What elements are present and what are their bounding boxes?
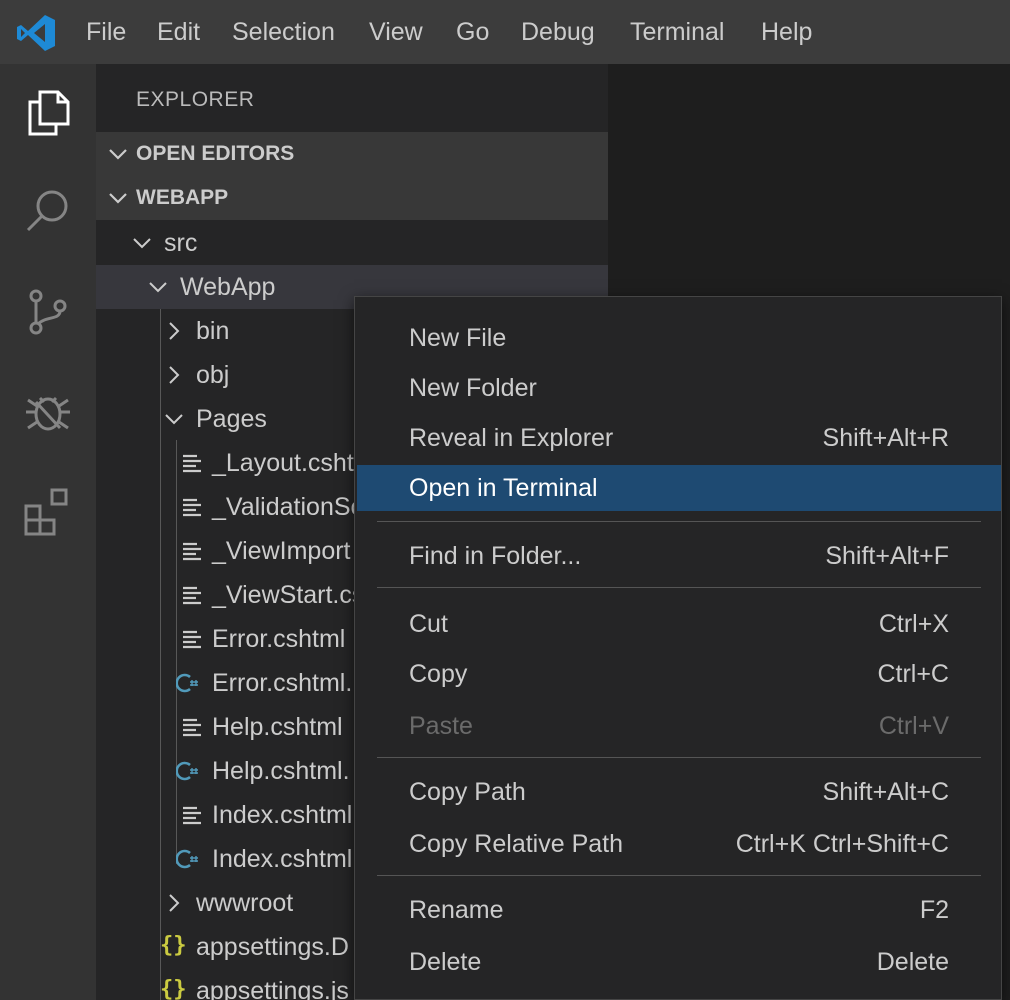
tree-label: _ViewStart.cs <box>212 581 365 609</box>
tree-label: _Layout.csht <box>212 449 354 477</box>
menu-selection[interactable]: Selection <box>232 18 335 47</box>
menu-view[interactable]: View <box>369 18 423 47</box>
tree-label: WebApp <box>180 273 276 301</box>
tree-label: appsettings.js <box>196 977 349 1000</box>
menu-separator <box>377 875 981 876</box>
menu-item-shortcut: Ctrl+X <box>878 610 949 638</box>
menu-item-label: Cut <box>409 610 448 638</box>
menu-item-shortcut: F2 <box>919 896 949 924</box>
menu-item-rename[interactable]: Rename F2 <box>357 887 1001 933</box>
menu-item-label: Reveal in Explorer <box>409 424 614 452</box>
explorer-title: EXPLORER <box>136 88 255 111</box>
files-icon[interactable] <box>20 84 76 140</box>
menu-item-paste: Paste Ctrl+V <box>357 703 1001 749</box>
chevron-down-icon <box>133 238 151 249</box>
menu-bar: File Edit Selection View Go Debug Termin… <box>0 0 1010 64</box>
menu-file[interactable]: File <box>86 18 126 47</box>
menu-item-shortcut: Ctrl+V <box>878 712 949 740</box>
json-file-icon: {} <box>160 977 187 1000</box>
menu-item-copy-relative-path[interactable]: Copy Relative Path Ctrl+K Ctrl+Shift+C <box>357 821 1001 867</box>
menu-item-label: Copy Relative Path <box>409 830 624 858</box>
menu-help[interactable]: Help <box>761 18 812 47</box>
menu-item-label: New Folder <box>409 374 537 402</box>
tree-label: Error.cshtml. <box>212 669 353 697</box>
tree-label: _ValidationSc <box>212 493 364 521</box>
tree-folder-src[interactable]: src <box>96 221 608 265</box>
chevron-down-icon <box>149 282 167 293</box>
menu-item-new-folder[interactable]: New Folder <box>357 365 1001 411</box>
tree-label: Pages <box>196 405 267 433</box>
menu-item-label: Open in Terminal <box>409 474 598 502</box>
csharp-file-icon <box>176 849 198 869</box>
menu-item-copy-path[interactable]: Copy Path Shift+Alt+C <box>357 769 1001 815</box>
menu-item-find-in-folder[interactable]: Find in Folder... Shift+Alt+F <box>357 533 1001 579</box>
tree-label: src <box>164 229 198 257</box>
menu-item-label: Delete <box>409 948 482 976</box>
chevron-down-icon <box>109 149 127 160</box>
menu-item-label: Rename <box>409 896 504 924</box>
source-control-icon[interactable] <box>20 284 76 340</box>
vscode-logo-icon[interactable] <box>16 14 56 52</box>
menu-item-label: Copy Path <box>409 778 526 806</box>
menu-item-cut[interactable]: Cut Ctrl+X <box>357 601 1001 647</box>
menu-terminal[interactable]: Terminal <box>630 18 724 47</box>
extensions-icon[interactable] <box>20 484 76 540</box>
tree-label: appsettings.D <box>196 933 349 961</box>
menu-separator <box>377 587 981 588</box>
chevron-right-icon <box>169 322 180 340</box>
menu-item-shortcut: Shift+Alt+C <box>822 778 949 806</box>
menu-separator <box>377 757 981 758</box>
menu-item-reveal-in-explorer[interactable]: Reveal in Explorer Shift+Alt+R <box>357 415 1001 461</box>
chevron-right-icon <box>169 366 180 384</box>
menu-item-shortcut: Shift+Alt+F <box>825 542 949 570</box>
tree-label: bin <box>196 317 230 345</box>
razor-file-icon <box>183 498 201 517</box>
menu-item-new-file[interactable]: New File <box>357 315 1001 361</box>
debug-icon[interactable] <box>20 384 76 440</box>
webapp-section[interactable]: WEBAPP <box>96 176 608 220</box>
search-icon[interactable] <box>20 182 76 238</box>
activity-bar <box>0 64 96 1000</box>
razor-file-icon <box>183 630 201 649</box>
razor-file-icon <box>183 542 201 561</box>
section-label: WEBAPP <box>136 186 229 209</box>
chevron-down-icon <box>165 414 183 425</box>
menu-item-label: Paste <box>409 712 473 740</box>
razor-file-icon <box>183 586 201 605</box>
context-menu: New File New Folder Reveal in Explorer S… <box>354 296 1002 1000</box>
razor-file-icon <box>183 718 201 737</box>
json-file-icon: {} <box>160 933 187 958</box>
menu-item-shortcut: Ctrl+C <box>877 660 949 688</box>
tree-label: Error.cshtml <box>212 625 346 653</box>
tree-label: Index.cshtml <box>212 845 353 873</box>
menu-item-shortcut: Ctrl+K Ctrl+Shift+C <box>735 830 949 858</box>
menu-debug[interactable]: Debug <box>521 18 595 47</box>
menu-item-open-in-terminal[interactable]: Open in Terminal <box>357 465 1001 511</box>
tree-label: obj <box>196 361 230 389</box>
tree-label: wwwroot <box>196 889 294 917</box>
menu-separator <box>377 521 981 522</box>
csharp-file-icon <box>176 761 198 781</box>
menu-item-label: Find in Folder... <box>409 542 582 570</box>
section-label: OPEN EDITORS <box>136 142 295 165</box>
menu-edit[interactable]: Edit <box>157 18 200 47</box>
open-editors-section[interactable]: OPEN EDITORS <box>96 132 608 176</box>
csharp-file-icon <box>176 673 198 693</box>
chevron-right-icon <box>169 894 180 912</box>
tree-label: Help.cshtml <box>212 713 343 741</box>
tree-label: Index.cshtml <box>212 801 353 829</box>
menu-item-label: Copy <box>409 660 468 688</box>
tree-label: _ViewImport <box>212 537 351 565</box>
tree-label: Help.cshtml. <box>212 757 350 785</box>
menu-go[interactable]: Go <box>456 18 489 47</box>
razor-file-icon <box>183 806 201 825</box>
menu-item-shortcut: Shift+Alt+R <box>822 424 949 452</box>
razor-file-icon <box>183 454 201 473</box>
menu-item-shortcut: Delete <box>876 948 949 976</box>
chevron-down-icon <box>109 193 127 204</box>
menu-item-delete[interactable]: Delete Delete <box>357 939 1001 985</box>
menu-item-label: New File <box>409 324 507 352</box>
menu-item-copy[interactable]: Copy Ctrl+C <box>357 651 1001 697</box>
